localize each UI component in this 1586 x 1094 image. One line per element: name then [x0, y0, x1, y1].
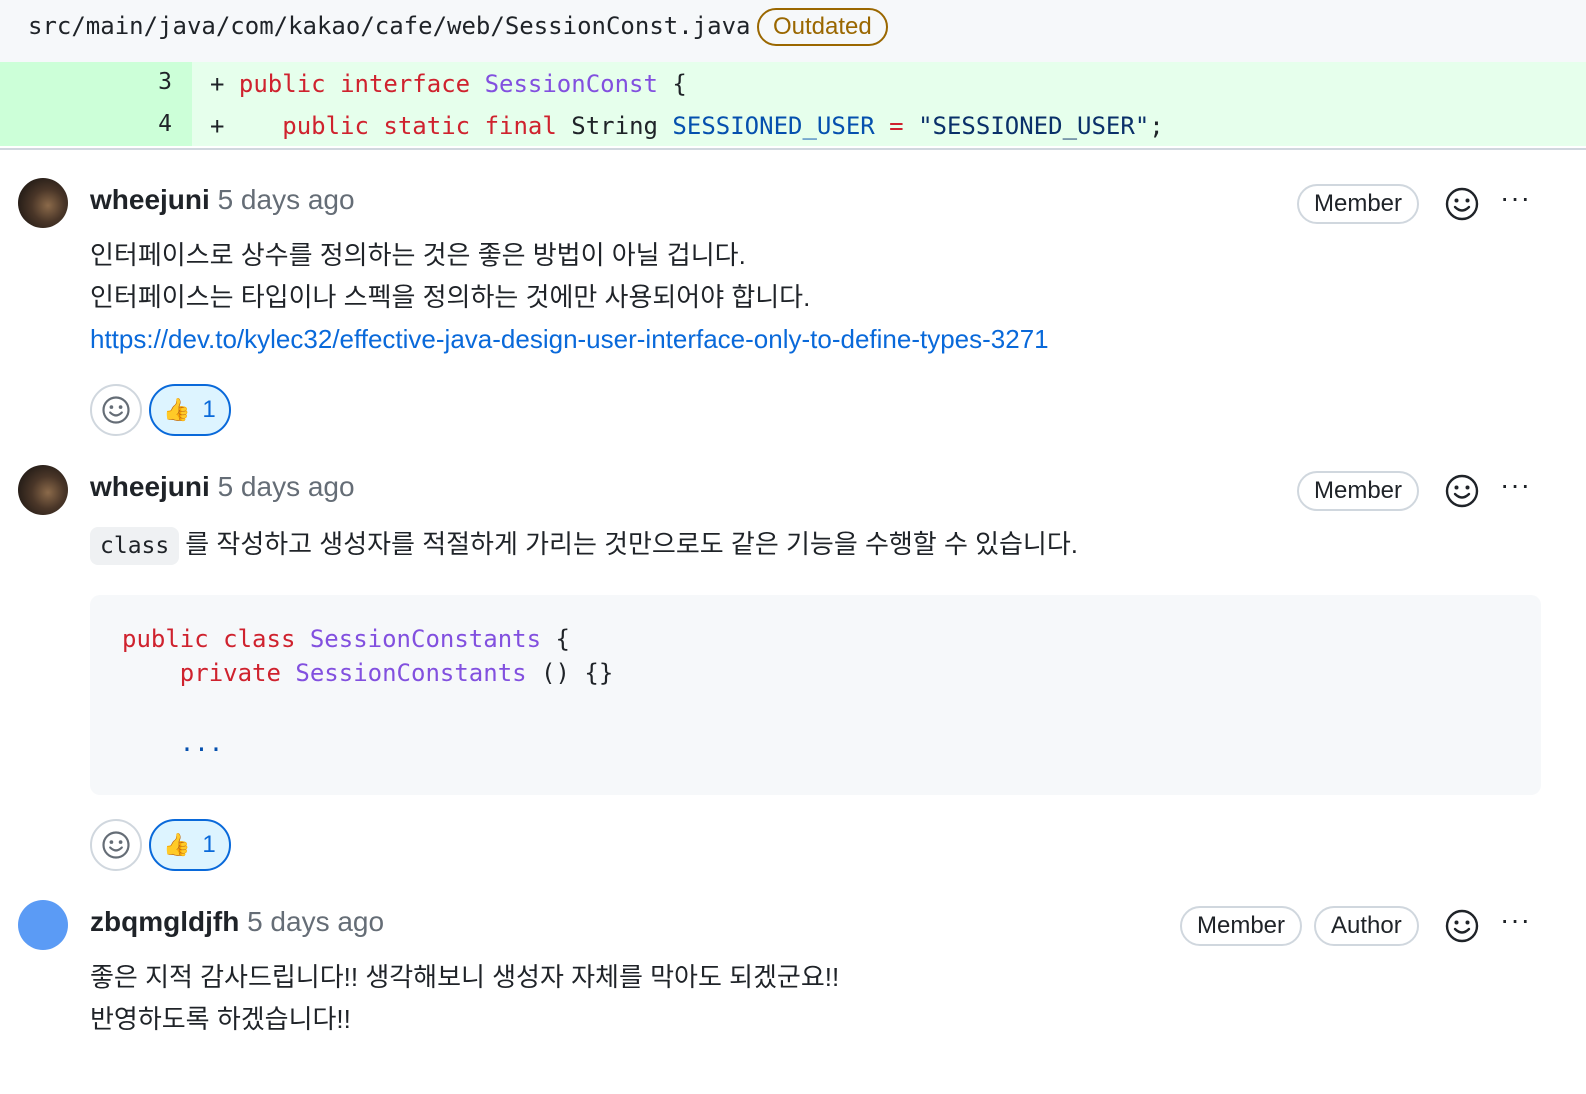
smiley-icon	[102, 831, 130, 859]
review-comment: wheejuni 5 days ago Member ··· 인터페이스로 상수…	[0, 178, 1586, 438]
timestamp[interactable]: 5 days ago	[218, 471, 355, 502]
author-name[interactable]: wheejuni	[90, 184, 210, 215]
add-reaction-button[interactable]	[90, 384, 142, 436]
code-block: public class SessionConstants { private …	[90, 595, 1541, 795]
comment-text: 를 작성하고 생성자를 적절하게 가리는 것만으로도 같은 기능을 수행할 수 …	[185, 529, 1078, 559]
author-name[interactable]: wheejuni	[90, 471, 210, 502]
comment-text-line: 반영하도록 하겠습니다!!	[90, 1004, 351, 1034]
smiley-icon[interactable]	[1444, 186, 1480, 222]
comment-header: zbqmgldjfh 5 days ago	[90, 906, 384, 938]
member-badge: Member	[1297, 184, 1420, 224]
more-options-icon[interactable]: ···	[1500, 184, 1536, 212]
diff-code: + public interface SessionConst {	[210, 70, 687, 98]
review-comment: zbqmgldjfh 5 days ago Member Author ··· …	[0, 900, 1586, 1060]
comment-text-line: 좋은 지적 감사드립니다!! 생각해보니 생성자 자체를 막아도 되겠군요!!	[90, 962, 840, 992]
thumbs-up-reaction[interactable]: 👍 1	[149, 384, 231, 436]
avatar[interactable]	[18, 465, 68, 515]
inline-code: class	[90, 527, 180, 566]
diff-line: 4 + public static final String SESSIONED…	[0, 104, 1586, 146]
comment-text-line: 인터페이스는 타입이나 스펙을 정의하는 것에만 사용되어야 합니다.	[90, 282, 811, 312]
code-line: ...	[179, 729, 224, 757]
comment-body: class 를 작성하고 생성자를 적절하게 가리는 것만으로도 같은 기능을 수…	[90, 523, 1078, 566]
more-options-icon[interactable]: ···	[1500, 906, 1536, 934]
avatar[interactable]	[18, 178, 68, 228]
thumbs-up-icon: 👍	[163, 397, 191, 422]
avatar[interactable]	[18, 900, 68, 950]
comment-link[interactable]: https://dev.to/kylec32/effective-java-de…	[90, 324, 1049, 354]
comment-header: wheejuni 5 days ago	[90, 184, 355, 216]
smiley-icon[interactable]	[1444, 908, 1480, 944]
diff-hunk: 3 + public interface SessionConst { 4 + …	[0, 62, 1586, 150]
code-line: public class SessionConstants {	[122, 625, 570, 653]
line-number[interactable]: 4	[0, 104, 192, 146]
timestamp[interactable]: 5 days ago	[218, 184, 355, 215]
review-comment: wheejuni 5 days ago Member ··· class 를 작성…	[0, 465, 1586, 875]
reaction-count: 1	[202, 831, 216, 858]
author-badge: Author	[1314, 906, 1419, 946]
smiley-icon[interactable]	[1444, 473, 1480, 509]
comment-text-line: 인터페이스로 상수를 정의하는 것은 좋은 방법이 아닐 겁니다.	[90, 240, 746, 270]
line-number[interactable]: 3	[0, 62, 192, 104]
code-line: private SessionConstants () {}	[179, 659, 614, 687]
smiley-icon	[102, 396, 130, 424]
comment-header: wheejuni 5 days ago	[90, 471, 355, 503]
more-options-icon[interactable]: ···	[1500, 471, 1536, 499]
member-badge: Member	[1297, 471, 1420, 511]
reaction-count: 1	[202, 396, 216, 423]
file-header: src/main/java/com/kakao/cafe/web/Session…	[0, 0, 1586, 62]
file-path[interactable]: src/main/java/com/kakao/cafe/web/Session…	[28, 12, 750, 40]
add-reaction-button[interactable]	[90, 819, 142, 871]
diff-line: 3 + public interface SessionConst {	[0, 62, 1586, 104]
diff-code: + public static final String SESSIONED_U…	[210, 112, 1164, 140]
comment-body: 좋은 지적 감사드립니다!! 생각해보니 생성자 자체를 막아도 되겠군요!! …	[90, 956, 839, 1040]
member-badge: Member	[1180, 906, 1303, 946]
comment-body: 인터페이스로 상수를 정의하는 것은 좋은 방법이 아닐 겁니다. 인터페이스는…	[90, 234, 1049, 360]
thumbs-up-reaction[interactable]: 👍 1	[149, 819, 231, 871]
timestamp[interactable]: 5 days ago	[247, 906, 384, 937]
author-name[interactable]: zbqmgldjfh	[90, 906, 239, 937]
outdated-badge: Outdated	[757, 8, 888, 46]
thumbs-up-icon: 👍	[163, 832, 191, 857]
